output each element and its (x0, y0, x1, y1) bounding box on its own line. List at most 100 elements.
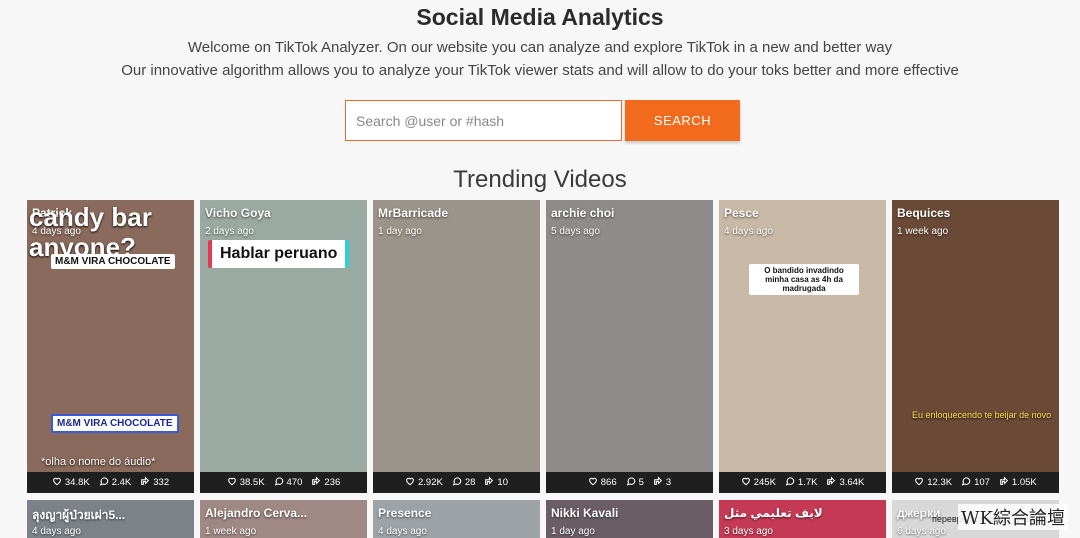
video-stats: 12.3K 107 1.05K (892, 472, 1059, 493)
share-icon (311, 476, 321, 489)
share-icon (484, 476, 494, 489)
heart-icon (741, 476, 751, 489)
video-thumbnail[interactable] (719, 200, 886, 472)
comments-count: 1.7K (797, 477, 818, 488)
video-age: 4 days ago (378, 526, 427, 537)
video-age: 5 days ago (551, 226, 600, 237)
comment-icon (961, 476, 971, 489)
video-username[interactable]: لايف تعليمي مثل (724, 506, 823, 520)
video-bigtext: candy bar anyone? (29, 202, 152, 262)
video-username[interactable]: Nikki Kavali (551, 506, 618, 520)
video-card[interactable]: MrBarricade 1 day ago 2.92K 28 10 (373, 200, 540, 493)
heart-icon (405, 476, 415, 489)
video-age: 2 days ago (205, 226, 254, 237)
comment-icon (99, 476, 109, 489)
video-username[interactable]: Presence (378, 506, 431, 520)
video-caption: Eu enloquecendo te beijar de novo (912, 410, 1052, 420)
video-thumbnail[interactable] (892, 200, 1059, 472)
search-input[interactable] (345, 100, 622, 141)
comments-count: 28 (464, 477, 476, 488)
video-card[interactable]: Alejandro Cerva... 1 week ago (200, 500, 367, 538)
video-card[interactable]: Bequices 1 week ago 12.3K 107 1.05K Eu e… (892, 200, 1059, 493)
shares-count: 10 (497, 477, 508, 488)
video-card[interactable]: Nikki Kavali 1 day ago (546, 500, 713, 538)
video-stats: 34.8K 2.4K 332 (27, 472, 194, 493)
video-age: 4 days ago (32, 526, 81, 537)
video-card[interactable]: ลุงญาผู้ป่วยเผ่า5... 4 days ago (27, 500, 194, 538)
video-stats: 245K 1.7K 3.64K (719, 472, 886, 493)
shares-stat: 3 (653, 476, 671, 489)
video-overlay-text: O bandido invadindo minha casa as 4h da … (749, 264, 859, 295)
video-thumbnail[interactable] (546, 200, 713, 472)
likes-count: 866 (600, 477, 617, 488)
likes-count: 34.8K (64, 477, 90, 488)
video-overlay-text: M&M VIRA CHOCOLATE (51, 254, 175, 269)
video-card[interactable]: لايف تعليمي مثل 3 days ago (719, 500, 886, 538)
video-username[interactable]: MrBarricade (378, 206, 448, 220)
shares-stat: 10 (484, 476, 508, 489)
heart-icon (227, 476, 237, 489)
forum-watermark: WK綜合論壇 (958, 504, 1068, 530)
video-age: 1 day ago (378, 226, 422, 237)
video-stats: 866 5 3 (546, 472, 713, 493)
comments-stat: 28 (452, 476, 476, 489)
likes-stat: 245K (741, 476, 776, 489)
shares-count: 3.64K (839, 477, 865, 488)
shares-stat: 332 (140, 476, 169, 489)
comments-count: 2.4K (111, 477, 132, 488)
shares-count: 1.05K (1011, 477, 1037, 488)
trending-title: Trending Videos (453, 166, 627, 193)
heart-icon (52, 476, 62, 489)
share-icon (653, 476, 663, 489)
video-age: 6 days ago (897, 526, 946, 537)
search-button[interactable]: SEARCH (625, 100, 740, 141)
video-username[interactable]: Bequices (897, 206, 950, 220)
shares-count: 3 (665, 477, 672, 488)
shares-stat: 1.05K (999, 476, 1037, 489)
video-card[interactable]: Patrick 4 days ago 34.8K 2.4K 332 candy … (27, 200, 194, 493)
video-age: 4 days ago (724, 226, 773, 237)
shares-count: 236 (324, 477, 341, 488)
likes-stat: 2.92K (405, 476, 443, 489)
comments-stat: 2.4K (99, 476, 132, 489)
likes-stat: 12.3K (914, 476, 952, 489)
comments-count: 470 (286, 477, 303, 488)
share-icon (140, 476, 150, 489)
video-username[interactable]: Alejandro Cerva... (205, 506, 307, 520)
video-username[interactable]: archie choi (551, 206, 614, 220)
share-icon (826, 476, 836, 489)
share-icon (999, 476, 1009, 489)
comment-icon (785, 476, 795, 489)
video-stats: 2.92K 28 10 (373, 472, 540, 493)
likes-count: 2.92K (418, 477, 443, 488)
video-username[interactable]: Vicho Goya (205, 206, 271, 220)
comments-stat: 470 (274, 476, 303, 489)
video-overlay-text: Hablar peruano (208, 240, 350, 268)
video-thumbnail[interactable] (373, 200, 540, 472)
video-age: 3 days ago (724, 526, 773, 537)
video-stats: 38.5K 470 236 (200, 472, 367, 493)
comments-stat: 107 (961, 476, 990, 489)
comment-icon (626, 476, 636, 489)
likes-stat: 38.5K (227, 476, 265, 489)
intro-line-1: Welcome on TikTok Analyzer. On our websi… (187, 39, 893, 56)
comments-count: 107 (974, 477, 990, 488)
comment-icon (452, 476, 462, 489)
likes-count: 38.5K (239, 477, 265, 488)
video-card[interactable]: archie choi 5 days ago 866 5 3 (546, 200, 713, 493)
shares-stat: 3.64K (826, 476, 864, 489)
video-card[interactable]: Pesce 4 days ago 245K 1.7K 3.64K O bandi… (719, 200, 886, 493)
intro-line-2: Our innovative algorithm allows you to a… (121, 62, 959, 79)
page-title: Social Media Analytics (416, 4, 664, 30)
video-card[interactable]: Vicho Goya 2 days ago 38.5K 470 236 Habl… (200, 200, 367, 493)
shares-count: 332 (153, 477, 170, 488)
likes-count: 12.3K (927, 477, 953, 488)
likes-stat: 34.8K (52, 476, 90, 489)
video-username[interactable]: Pesce (724, 206, 759, 220)
video-age: 1 week ago (897, 226, 949, 237)
video-username[interactable]: ลุงญาผู้ป่วยเผ่า5... (32, 506, 125, 525)
video-age: 1 week ago (205, 526, 257, 537)
video-overlay-text-2: M&M VIRA CHOCOLATE (51, 414, 179, 433)
video-card[interactable]: Presence 4 days ago (373, 500, 540, 538)
comments-count: 5 (638, 477, 644, 488)
